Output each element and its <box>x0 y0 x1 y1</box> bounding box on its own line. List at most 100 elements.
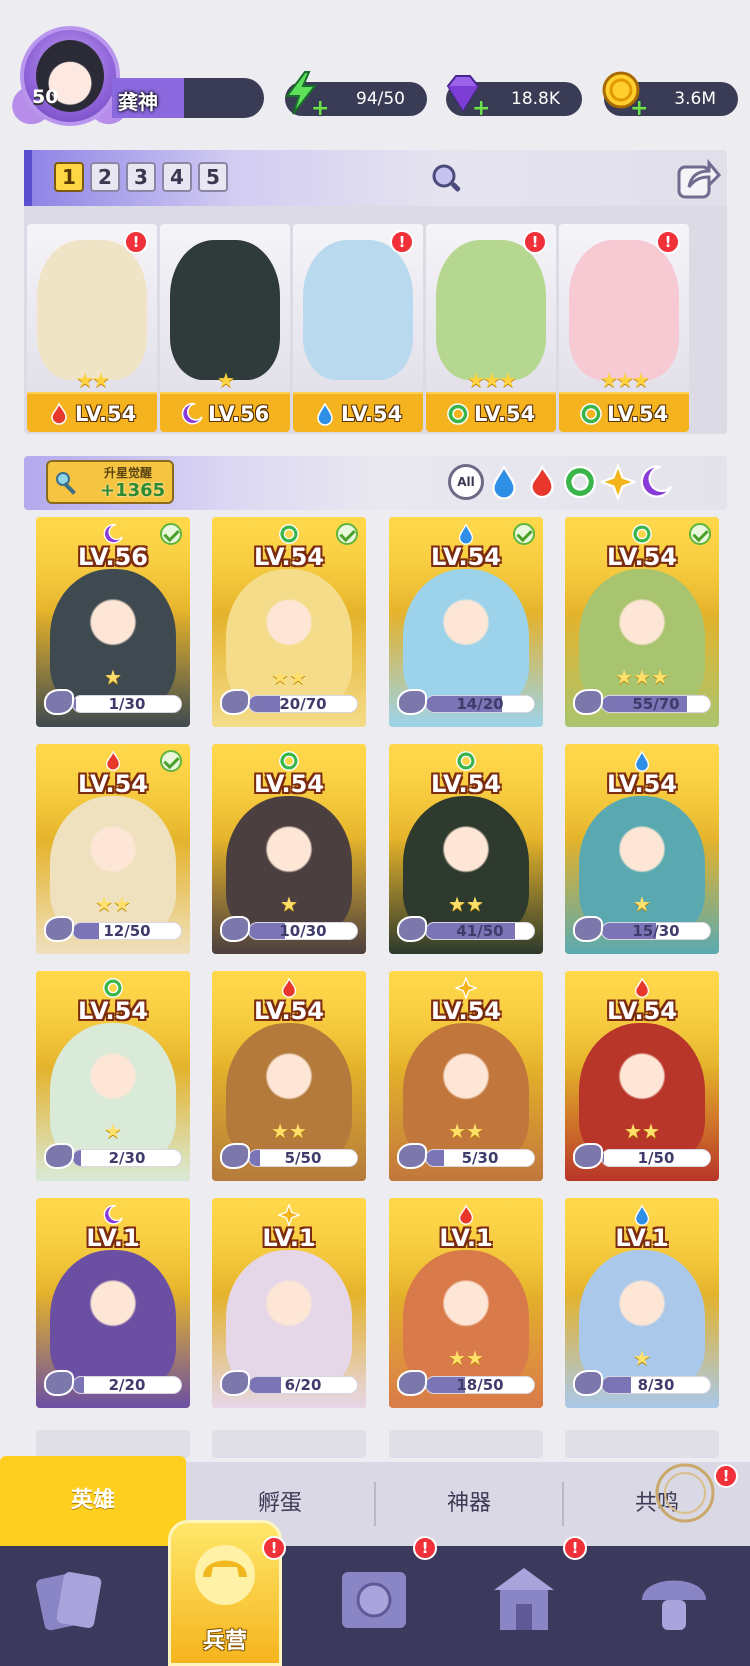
hero-shard-icon <box>573 1370 603 1396</box>
hero-shard-icon <box>44 1143 74 1169</box>
hero-level: LV.54 <box>254 770 324 798</box>
star-awaken-button[interactable]: 升星觉醒 +1365 <box>46 460 174 504</box>
player-avatar[interactable]: 50 <box>5 26 135 138</box>
player-name-bar[interactable]: 龚神 <box>112 78 264 118</box>
map-alert-badge: ! <box>413 1536 437 1560</box>
dark-element-icon <box>103 1204 123 1225</box>
hero-card[interactable]: LV.54 ★★ 41/50 <box>389 744 543 954</box>
hero-card[interactable]: LV.54 ★★ 20/70 <box>212 517 366 727</box>
team-slot[interactable]: LV.54 <box>293 224 423 432</box>
hero-stars: ★ <box>633 1346 651 1370</box>
hero-portrait <box>403 569 529 709</box>
energy-add-icon[interactable]: + <box>311 96 329 121</box>
hero-stars: ★ <box>280 892 298 916</box>
shard-count: 15/30 <box>632 922 680 940</box>
compass-icon[interactable] <box>654 1462 716 1524</box>
hero-stars: ★★ <box>271 665 307 689</box>
shard-count: 2/20 <box>108 1376 146 1394</box>
hero-card[interactable]: LV.54 ★ 2/30 <box>36 971 190 1181</box>
tab-heroes[interactable]: 英雄 <box>0 1456 186 1546</box>
hero-level-plate: LV.54 <box>426 392 556 432</box>
hero-card[interactable]: LV.56 ★ 1/30 <box>36 517 190 727</box>
gem-value: 18.8K <box>511 89 560 109</box>
hero-shard-icon <box>573 916 603 942</box>
hero-level-plate: LV.56 <box>160 392 290 432</box>
hero-level: LV.1 <box>262 1224 316 1252</box>
team-slot[interactable]: ★★ LV.54 <box>27 224 157 432</box>
in-team-check-icon <box>160 750 182 772</box>
hero-card[interactable]: LV.54 ★★ 5/50 <box>212 971 366 1181</box>
team-tab-3[interactable]: 3 <box>126 162 156 192</box>
search-icon[interactable] <box>430 162 464 196</box>
energy-counter[interactable]: + 94/50 <box>285 71 427 121</box>
hero-stars: ★★ <box>448 892 484 916</box>
team-tab-2[interactable]: 2 <box>90 162 120 192</box>
shard-count: 5/30 <box>461 1149 499 1167</box>
temple-icon[interactable] <box>484 1560 564 1640</box>
team-slot-alert-badge: ! <box>124 230 148 254</box>
hero-stars: ★★ <box>624 1119 660 1143</box>
hero-shard-icon <box>44 689 74 715</box>
fire-element-icon <box>530 464 554 499</box>
team-tab-1[interactable]: 1 <box>54 162 84 192</box>
in-team-check-icon <box>513 523 535 545</box>
hero-card[interactable]: LV.54 ★★★ 55/70 <box>565 517 719 727</box>
team-tab-5[interactable]: 5 <box>198 162 228 192</box>
awaken-title: 升星觉醒 <box>104 466 153 480</box>
hero-stars: ★ <box>633 892 651 916</box>
team-slot[interactable]: ★★★ LV.54 <box>559 224 689 432</box>
hero-stars: ★★ <box>448 1346 484 1370</box>
hero-stars: ★★★ <box>615 665 669 689</box>
hero-stars: ★★ <box>271 1119 307 1143</box>
shard-count: 41/50 <box>456 922 504 940</box>
hero-portrait <box>436 240 546 380</box>
hero-level: LV.56 <box>208 402 270 426</box>
tab-artifacts[interactable]: 神器 <box>376 1462 562 1546</box>
hero-card-peek <box>389 1430 543 1458</box>
hero-card[interactable]: LV.1 6/20 <box>212 1198 366 1408</box>
gold-add-icon[interactable]: + <box>630 96 648 121</box>
wind-element-icon <box>279 751 299 771</box>
filter-fire[interactable] <box>524 464 560 500</box>
hero-card[interactable]: LV.54 ★★ 12/50 <box>36 744 190 954</box>
gem-add-icon[interactable]: + <box>472 96 490 121</box>
hero-card-peek <box>36 1430 190 1458</box>
hero-level: LV.56 <box>78 543 148 571</box>
shard-count: 2/30 <box>108 1149 146 1167</box>
hero-card[interactable]: LV.1 ★★ 18/50 <box>389 1198 543 1408</box>
hero-level-plate: LV.54 <box>27 392 157 432</box>
hero-stars: ★★ <box>95 892 131 916</box>
hero-shard-icon <box>220 1143 250 1169</box>
team-slot[interactable]: ★★★ LV.54 <box>426 224 556 432</box>
hero-card[interactable]: LV.1 2/20 <box>36 1198 190 1408</box>
hero-shard-icon <box>397 1370 427 1396</box>
hero-card[interactable]: LV.54 ★ 15/30 <box>565 744 719 954</box>
filter-wind[interactable] <box>562 464 598 500</box>
map-book-icon[interactable] <box>334 1560 414 1640</box>
hero-card[interactable]: LV.1 ★ 8/30 <box>565 1198 719 1408</box>
water-element-icon <box>634 1204 650 1226</box>
hero-card[interactable]: LV.54 ★★ 5/30 <box>389 971 543 1181</box>
hero-level: LV.54 <box>431 770 501 798</box>
wind-element-icon <box>447 403 469 425</box>
hero-card[interactable]: LV.54 ★ 10/30 <box>212 744 366 954</box>
hero-stars: ★★ <box>76 368 110 392</box>
light-element-icon <box>455 977 477 999</box>
hero-card[interactable]: LV.54 14/20 <box>389 517 543 727</box>
filter-all[interactable]: All <box>448 464 484 500</box>
cards-icon[interactable] <box>30 1560 110 1640</box>
shard-count: 1/50 <box>637 1149 675 1167</box>
share-icon[interactable] <box>675 155 721 201</box>
gold-counter[interactable]: + 3.6M <box>602 71 738 121</box>
hero-level: LV.54 <box>78 997 148 1025</box>
team-tab-4[interactable]: 4 <box>162 162 192 192</box>
filter-light[interactable] <box>598 462 638 502</box>
mushroom-icon[interactable] <box>634 1560 714 1640</box>
top-status-bar: 50 龚神 + 94/50 + 18.8K + 3.6M <box>0 0 750 140</box>
gem-counter[interactable]: + 18.8K <box>446 75 582 121</box>
filter-water[interactable] <box>486 464 522 500</box>
filter-dark[interactable] <box>638 464 674 500</box>
wind-element-icon <box>632 524 652 544</box>
team-slot[interactable]: ★ LV.56 <box>160 224 290 432</box>
hero-card[interactable]: LV.54 ★★ 1/50 <box>565 971 719 1181</box>
